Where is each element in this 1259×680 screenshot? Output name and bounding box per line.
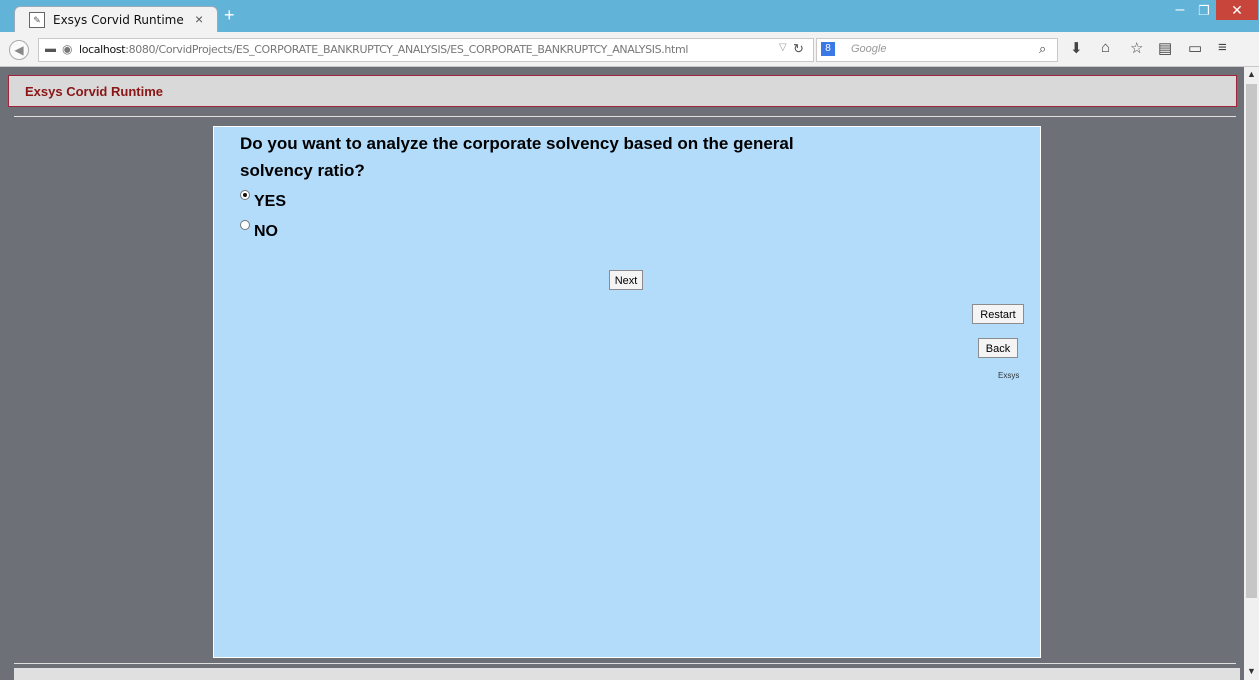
url-text[interactable]: localhost:8080/CorvidProjects/ES_CORPORA… [79, 43, 688, 56]
navigation-bar: ◀ ▬ ◉ localhost:8080/CorvidProjects/ES_C… [0, 32, 1259, 67]
star-icon[interactable]: ☆ [1130, 39, 1143, 57]
scroll-up-icon[interactable]: ▲ [1246, 67, 1257, 81]
divider [14, 116, 1236, 117]
app-title: Exsys Corvid Runtime [25, 84, 163, 99]
option-no-label: NO [254, 223, 278, 240]
back-button[interactable]: Back [978, 338, 1018, 358]
restart-button[interactable]: Restart [972, 304, 1024, 324]
url-bar[interactable]: ▬ ◉ localhost:8080/CorvidProjects/ES_COR… [38, 38, 814, 62]
new-tab-icon[interactable]: + [224, 6, 235, 24]
download-icon[interactable]: ⬇ [1070, 39, 1083, 57]
question-text: Do you want to analyze the corporate sol… [240, 134, 794, 180]
reading-list-icon[interactable]: ▤ [1158, 39, 1172, 57]
app-header: Exsys Corvid Runtime [8, 75, 1237, 107]
scroll-down-icon[interactable]: ▼ [1246, 664, 1257, 678]
back-arrow-icon[interactable]: ◀ [9, 40, 29, 60]
search-placeholder: Google [851, 43, 887, 55]
search-bar[interactable]: 8 Google ⌕ [816, 38, 1058, 62]
window-minimize-button[interactable]: – [1168, 2, 1192, 20]
option-no[interactable]: NO [240, 220, 278, 241]
exsys-label: Exsys [998, 371, 1020, 380]
hamburger-menu-icon[interactable]: ≡ [1218, 39, 1227, 56]
url-host: localhost [79, 43, 126, 56]
tab-title: Exsys Corvid Runtime [53, 13, 184, 27]
window-maximize-button[interactable]: ❐ [1192, 2, 1216, 20]
divider [14, 663, 1236, 664]
scrollbar-thumb[interactable] [1246, 84, 1257, 598]
identity-icon[interactable]: ▬ [45, 43, 56, 55]
url-path: :8080/CorvidProjects/ES_CORPORATE_BANKRU… [125, 43, 689, 56]
browser-title-bar: ✎ Exsys Corvid Runtime × + – ❐ ✕ [0, 0, 1259, 33]
option-yes[interactable]: YES [240, 190, 286, 211]
search-engine-icon[interactable]: 8 [821, 42, 835, 56]
globe-icon: ◉ [62, 42, 73, 56]
url-dropdown-icon[interactable]: ▽ [779, 42, 787, 53]
reload-icon[interactable]: ↻ [793, 41, 804, 57]
bottom-bar [14, 668, 1240, 680]
radio-yes[interactable] [240, 190, 250, 200]
next-button[interactable]: Next [609, 270, 643, 290]
extension-icon[interactable]: ▭ [1188, 39, 1202, 57]
tab-close-icon[interactable]: × [195, 11, 203, 27]
home-icon[interactable]: ⌂ [1101, 39, 1110, 56]
window-close-button[interactable]: ✕ [1216, 0, 1258, 20]
question-panel: Do you want to analyze the corporate sol… [213, 126, 1041, 658]
browser-tab[interactable]: ✎ Exsys Corvid Runtime × [14, 6, 218, 33]
favicon-icon: ✎ [29, 12, 45, 28]
radio-no[interactable] [240, 220, 250, 230]
option-yes-label: YES [254, 193, 287, 210]
search-icon[interactable]: ⌕ [1039, 41, 1046, 57]
